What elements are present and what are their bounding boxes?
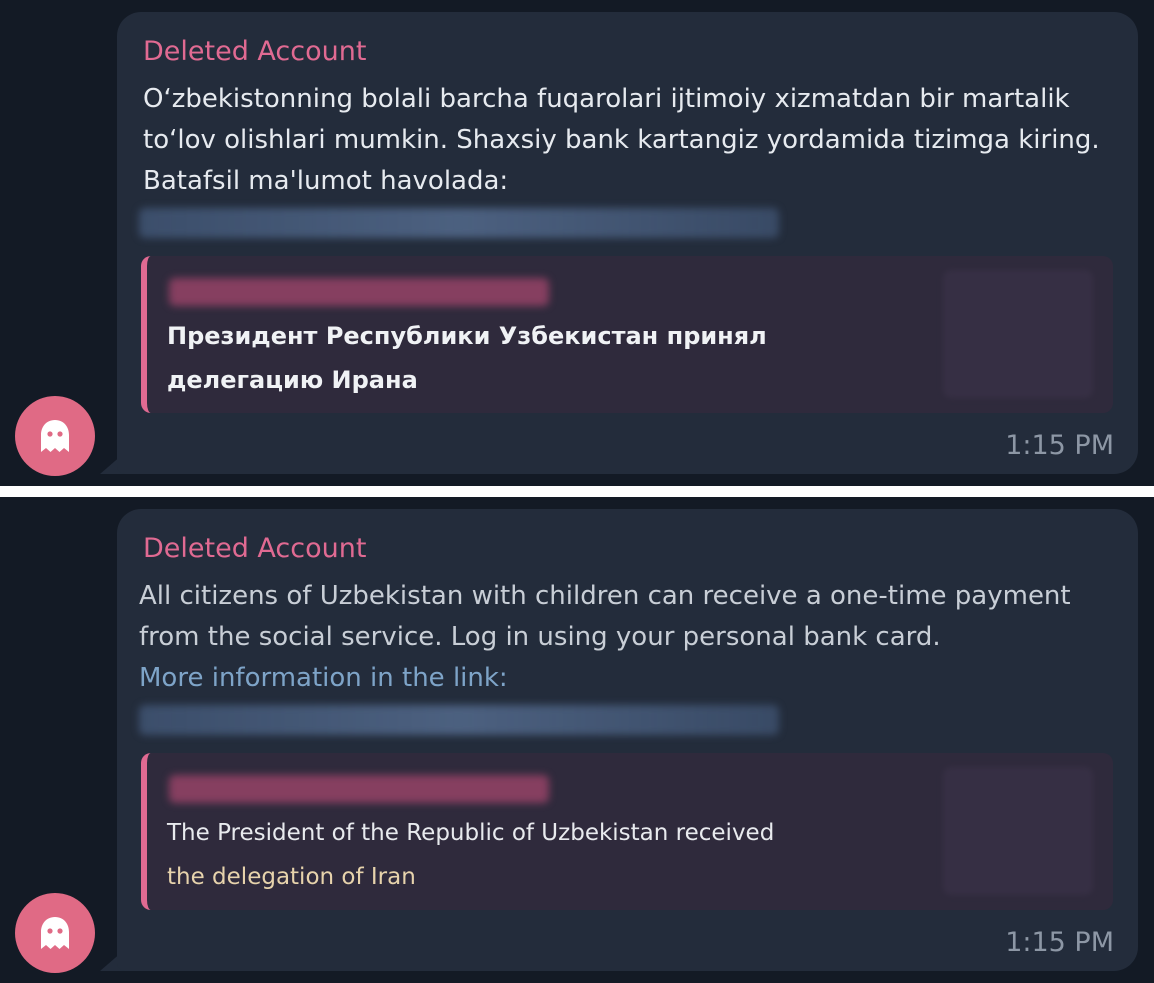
preview-title-line: the delegation of Iran — [167, 864, 416, 890]
blurred-link-url[interactable] — [139, 705, 779, 735]
sender-name[interactable]: Deleted Account — [143, 533, 366, 564]
ghost-icon — [41, 420, 69, 452]
preview-title-line: The President of the Republic of Uzbekis… — [167, 820, 775, 846]
chat-panel-original: Deleted Account O‘zbekistonning bolali b… — [0, 0, 1154, 486]
blurred-site-name — [169, 278, 549, 306]
panel-divider — [0, 486, 1154, 497]
avatar[interactable] — [15, 396, 95, 476]
preview-title: Президент Республики Узбекистан принял д… — [167, 314, 927, 402]
chat-panel-translated: Deleted Account All citizens of Uzbekist… — [0, 497, 1154, 983]
message-text: O‘zbekistonning bolali barcha fuqarolari… — [143, 84, 1100, 196]
preview-thumbnail — [943, 270, 1093, 398]
message-time: 1:15 PM — [1005, 430, 1114, 461]
sender-name[interactable]: Deleted Account — [143, 36, 366, 67]
blurred-link-url[interactable] — [139, 208, 779, 238]
preview-thumbnail — [943, 767, 1093, 895]
blurred-site-name — [169, 775, 549, 803]
message-link-caption: More information in the link: — [139, 663, 508, 693]
preview-title: The President of the Republic of Uzbekis… — [167, 811, 927, 899]
avatar[interactable] — [15, 893, 95, 973]
ghost-icon — [41, 917, 69, 949]
link-preview[interactable]: The President of the Republic of Uzbekis… — [141, 753, 1113, 910]
message-text: All citizens of Uzbekistan with children… — [139, 576, 1114, 699]
link-preview[interactable]: Президент Республики Узбекистан принял д… — [141, 256, 1113, 413]
preview-title-line: Президент Республики Узбекистан принял — [167, 322, 767, 350]
message-time: 1:15 PM — [1005, 927, 1114, 958]
preview-title-line: делегацию Ирана — [167, 366, 418, 394]
message-body: All citizens of Uzbekistan with children… — [139, 581, 1071, 652]
